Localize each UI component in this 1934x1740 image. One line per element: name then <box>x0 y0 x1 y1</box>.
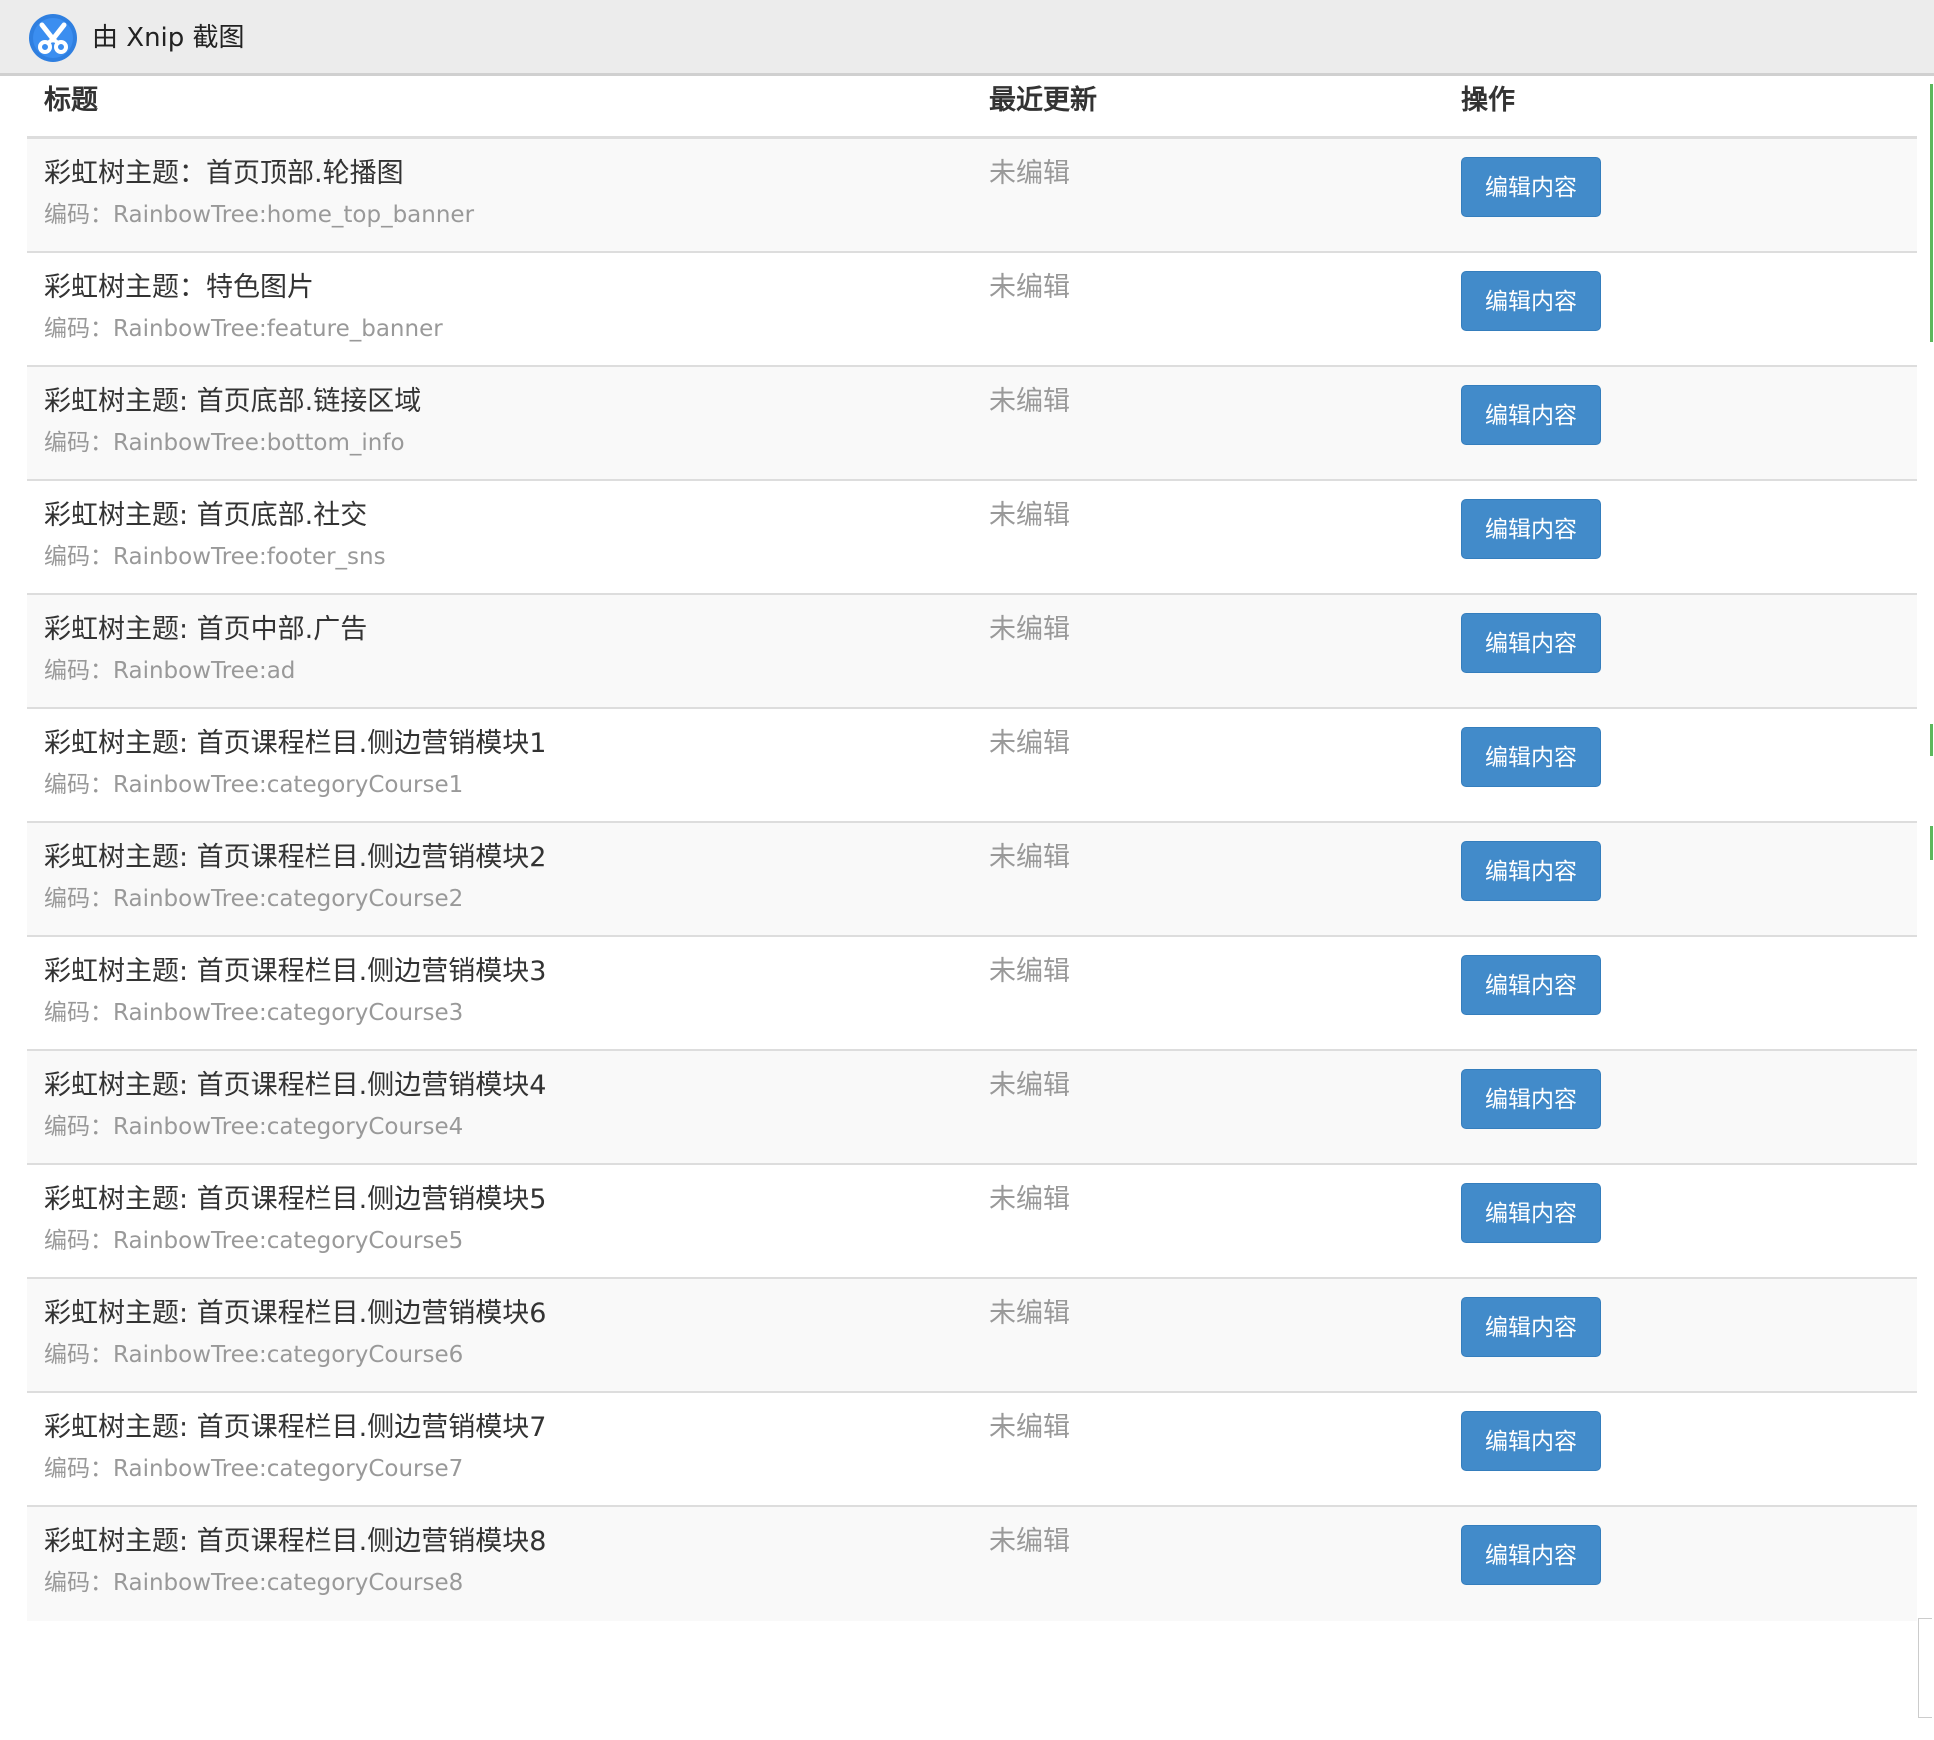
table-header: 标题 最近更新 操作 <box>27 79 1917 139</box>
table-row: 彩虹树主题：特色图片编码：RainbowTree:feature_banner 未… <box>27 253 1917 367</box>
row-title: 彩虹树主题: 首页课程栏目.侧边营销模块3 <box>44 956 547 987</box>
xnip-scissors-icon <box>29 14 77 62</box>
table-row: 彩虹树主题: 首页课程栏目.侧边营销模块1 编码：RainbowTree:cate… <box>27 709 1917 823</box>
row-title: 彩虹树主题: 首页课程栏目.侧边营销模块4 <box>44 1070 547 1101</box>
row-title: 彩虹树主题：特色图片 <box>44 272 314 303</box>
row-status: 未编辑 <box>989 158 1070 189</box>
edit-content-button[interactable]: 编辑内容 <box>1461 1069 1601 1129</box>
table-row: 彩虹树主题：首页顶部.轮播图编码：RainbowTree:home_top_ba… <box>27 139 1917 253</box>
row-status: 未编辑 <box>989 1184 1070 1215</box>
row-status: 未编辑 <box>989 386 1070 417</box>
row-code: 编码：RainbowTree:feature_banner <box>44 316 443 342</box>
page-edge-accent <box>1930 84 1933 342</box>
edit-content-button[interactable]: 编辑内容 <box>1461 1525 1601 1585</box>
table-row: 彩虹树主题: 首页课程栏目.侧边营销模块6 编码：RainbowTree:cate… <box>27 1279 1917 1393</box>
page-edge-accent <box>1930 826 1933 860</box>
row-title: 彩虹树主题: 首页课程栏目.侧边营销模块8 <box>44 1526 547 1557</box>
table-row: 彩虹树主题: 首页底部.社交编码：RainbowTree:footer_sns 未… <box>27 481 1917 595</box>
table-row: 彩虹树主题: 首页中部.广告编码：RainbowTree:ad 未编辑 编辑内容 <box>27 595 1917 709</box>
row-title: 彩虹树主题: 首页课程栏目.侧边营销模块5 <box>44 1184 547 1215</box>
row-title: 彩虹树主题: 首页课程栏目.侧边营销模块2 <box>44 842 547 873</box>
scroll-edge <box>1918 1618 1932 1718</box>
table-row: 彩虹树主题: 首页课程栏目.侧边营销模块7 编码：RainbowTree:cate… <box>27 1393 1917 1507</box>
content-table: 标题 最近更新 操作 彩虹树主题：首页顶部.轮播图编码：RainbowTree:… <box>27 79 1917 1621</box>
row-status: 未编辑 <box>989 614 1070 645</box>
row-code: 编码：RainbowTree:categoryCourse4 <box>44 1114 464 1140</box>
edit-content-button[interactable]: 编辑内容 <box>1461 841 1601 901</box>
row-title: 彩虹树主题: 首页底部.社交 <box>44 500 368 531</box>
edit-content-button[interactable]: 编辑内容 <box>1461 271 1601 331</box>
row-code: 编码：RainbowTree:categoryCourse3 <box>44 1000 464 1026</box>
row-title: 彩虹树主题: 首页中部.广告 <box>44 614 368 645</box>
row-status: 未编辑 <box>989 1298 1070 1329</box>
edit-content-button[interactable]: 编辑内容 <box>1461 1297 1601 1357</box>
page-edge-accent <box>1930 724 1933 756</box>
row-code: 编码：RainbowTree:categoryCourse5 <box>44 1228 464 1254</box>
column-header-action: 操作 <box>1461 85 1515 116</box>
edit-content-button[interactable]: 编辑内容 <box>1461 1411 1601 1471</box>
row-status: 未编辑 <box>989 1412 1070 1443</box>
edit-content-button[interactable]: 编辑内容 <box>1461 955 1601 1015</box>
table-row: 彩虹树主题: 首页底部.链接区域编码：RainbowTree:bottom_in… <box>27 367 1917 481</box>
row-status: 未编辑 <box>989 842 1070 873</box>
row-code: 编码：RainbowTree:categoryCourse7 <box>44 1456 464 1482</box>
edit-content-button[interactable]: 编辑内容 <box>1461 613 1601 673</box>
table-row: 彩虹树主题: 首页课程栏目.侧边营销模块8 编码：RainbowTree:cate… <box>27 1507 1917 1621</box>
row-code: 编码：RainbowTree:bottom_info <box>44 430 405 456</box>
row-status: 未编辑 <box>989 1526 1070 1557</box>
row-title: 彩虹树主题: 首页课程栏目.侧边营销模块1 <box>44 728 547 759</box>
row-title: 彩虹树主题: 首页课程栏目.侧边营销模块6 <box>44 1298 547 1329</box>
row-code: 编码：RainbowTree:footer_sns <box>44 544 386 570</box>
screenshot-titlebar: 由 Xnip 截图 <box>0 0 1934 76</box>
table-row: 彩虹树主题: 首页课程栏目.侧边营销模块2 编码：RainbowTree:cate… <box>27 823 1917 937</box>
table-row: 彩虹树主题: 首页课程栏目.侧边营销模块3 编码：RainbowTree:cate… <box>27 937 1917 1051</box>
row-status: 未编辑 <box>989 500 1070 531</box>
row-status: 未编辑 <box>989 272 1070 303</box>
edit-content-button[interactable]: 编辑内容 <box>1461 727 1601 787</box>
table-row: 彩虹树主题: 首页课程栏目.侧边营销模块4 编码：RainbowTree:cate… <box>27 1051 1917 1165</box>
edit-content-button[interactable]: 编辑内容 <box>1461 1183 1601 1243</box>
row-status: 未编辑 <box>989 956 1070 987</box>
table-body: 彩虹树主题：首页顶部.轮播图编码：RainbowTree:home_top_ba… <box>27 139 1917 1621</box>
row-status: 未编辑 <box>989 1070 1070 1101</box>
row-code: 编码：RainbowTree:categoryCourse8 <box>44 1570 464 1596</box>
column-header-title: 标题 <box>44 85 98 116</box>
table-row: 彩虹树主题: 首页课程栏目.侧边营销模块5 编码：RainbowTree:cate… <box>27 1165 1917 1279</box>
edit-content-button[interactable]: 编辑内容 <box>1461 157 1601 217</box>
row-code: 编码：RainbowTree:ad <box>44 658 296 684</box>
row-code: 编码：RainbowTree:categoryCourse1 <box>44 772 464 798</box>
app-title: 由 Xnip 截图 <box>92 23 245 53</box>
row-title: 彩虹树主题：首页顶部.轮播图 <box>44 158 404 189</box>
edit-content-button[interactable]: 编辑内容 <box>1461 385 1601 445</box>
row-code: 编码：RainbowTree:categoryCourse2 <box>44 886 464 912</box>
row-title: 彩虹树主题: 首页课程栏目.侧边营销模块7 <box>44 1412 547 1443</box>
row-code: 编码：RainbowTree:home_top_banner <box>44 202 475 228</box>
row-title: 彩虹树主题: 首页底部.链接区域 <box>44 386 422 417</box>
row-code: 编码：RainbowTree:categoryCourse6 <box>44 1342 464 1368</box>
column-header-updated: 最近更新 <box>989 85 1097 116</box>
row-status: 未编辑 <box>989 728 1070 759</box>
edit-content-button[interactable]: 编辑内容 <box>1461 499 1601 559</box>
